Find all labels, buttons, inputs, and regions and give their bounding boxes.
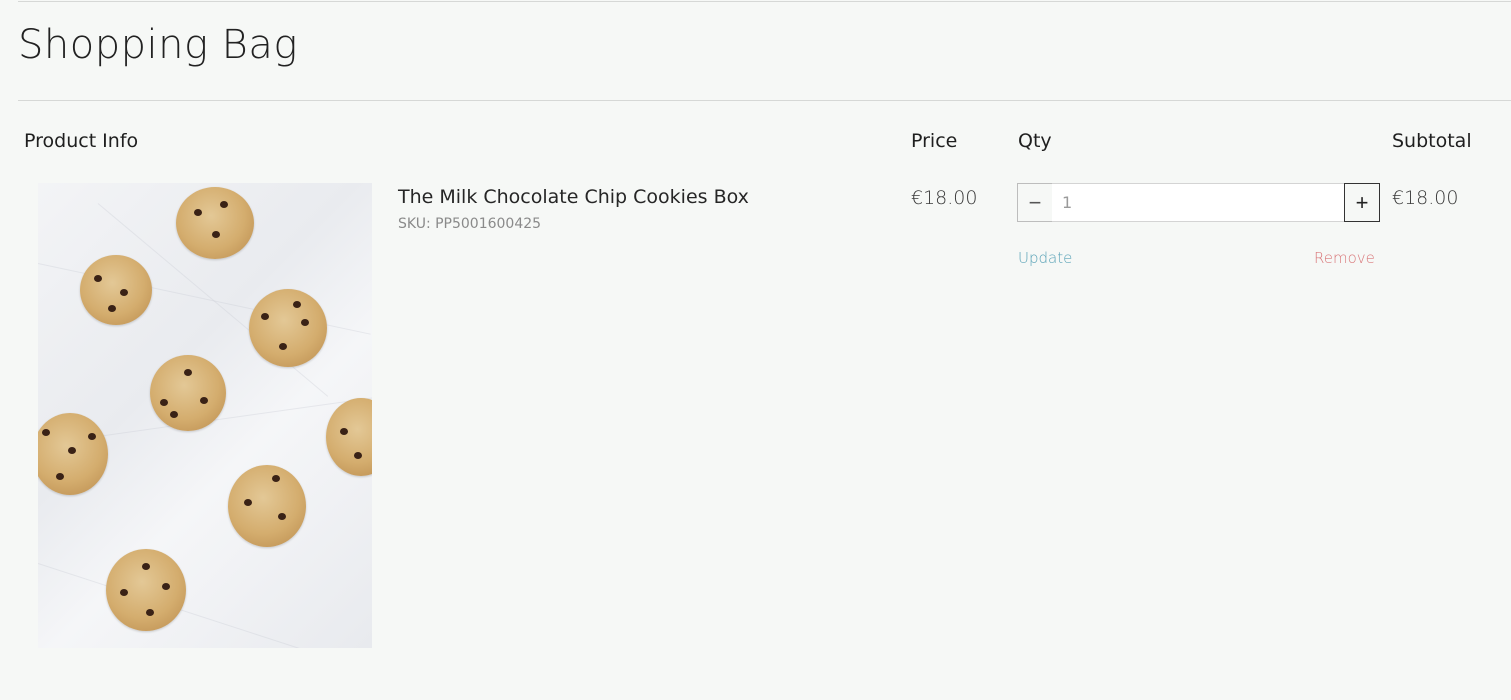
product-sku: SKU: PP5001600425 [398,216,542,232]
product-name[interactable]: The Milk Chocolate Chip Cookies Box [398,186,749,208]
header-subtotal: Subtotal [1392,130,1472,152]
cookie-graphic [106,549,186,631]
item-price: €18.00 [911,187,978,209]
cookie-graphic [176,187,254,259]
remove-link[interactable]: Remove [1314,249,1375,267]
minus-icon: − [1028,189,1042,215]
top-divider [18,1,1511,2]
header-product-info: Product Info [24,130,139,152]
page-title: Shopping Bag [18,22,298,68]
cookie-graphic [150,355,226,431]
header-qty: Qty [1018,130,1052,152]
cookie-graphic [326,398,372,476]
cookie-graphic [38,413,108,495]
product-image[interactable] [38,183,372,648]
cookie-graphic [228,465,306,547]
update-link[interactable]: Update [1018,249,1072,267]
cookie-graphic [249,289,327,367]
item-subtotal: €18.00 [1392,187,1459,209]
quantity-input[interactable] [1052,183,1345,222]
shopping-bag-page: Shopping Bag Product Info Price Qty Subt… [0,0,1511,700]
header-price: Price [911,130,958,152]
title-divider [18,100,1511,101]
increment-qty-button[interactable]: + [1344,183,1380,222]
decrement-qty-button[interactable]: − [1017,183,1053,222]
cookie-graphic [80,255,152,325]
plus-icon: + [1355,189,1369,215]
